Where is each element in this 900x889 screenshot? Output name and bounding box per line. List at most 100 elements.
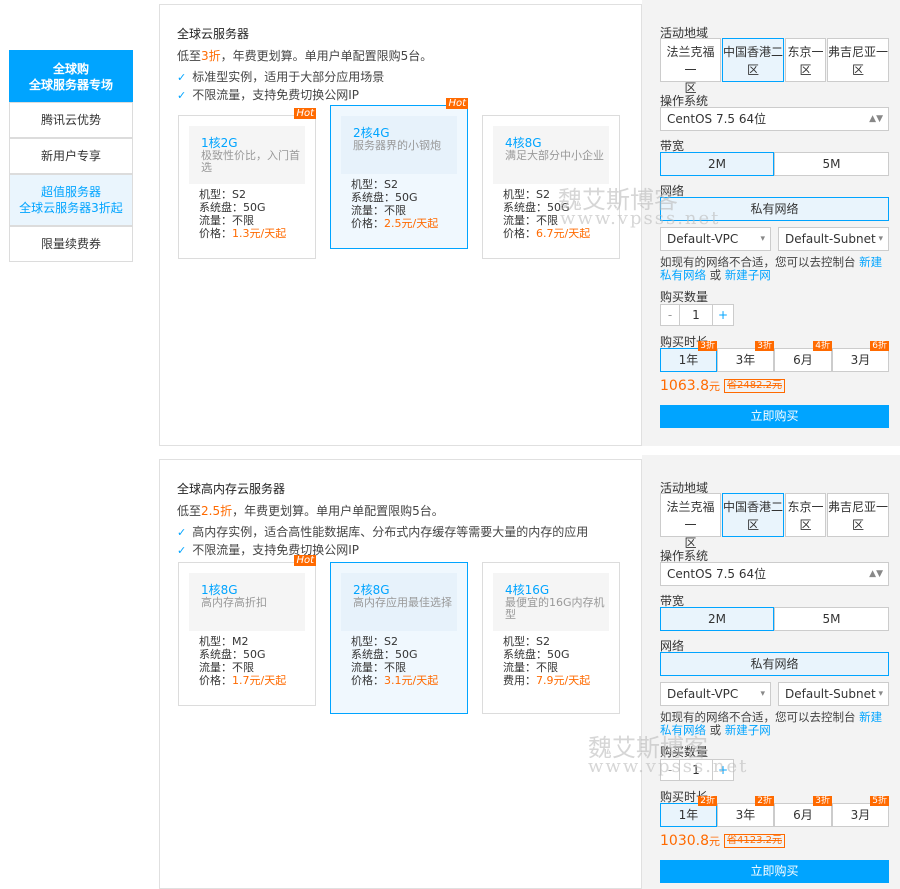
buy-now-button[interactable]: 立即购买 — [660, 405, 889, 428]
subnet-select[interactable]: Default-Subnet ▾ — [778, 227, 889, 251]
duration-option[interactable]: 6月 4折 — [774, 341, 832, 372]
card-traffic: 流量：不限 — [351, 204, 406, 217]
os-select[interactable]: CentOS 7.5 64位 ▲▼ — [660, 107, 889, 131]
card-price: 6.7元/天起 — [536, 227, 591, 240]
duration-option[interactable]: 3月 5折 — [832, 796, 889, 827]
subnet-select[interactable]: Default-Subnet ▾ — [778, 682, 889, 706]
savings-badge: 省2482.2元 — [724, 379, 785, 393]
region-option-selected[interactable]: 中国香港二区 — [722, 493, 784, 537]
duration-text: 6月 — [793, 353, 813, 367]
sidebar-item-label: 腾讯云优势 — [40, 113, 101, 127]
savings-badge: 省4123.2元 — [724, 834, 785, 848]
duration-option[interactable]: 6月 3折 — [774, 796, 832, 827]
product-card[interactable]: 4核8G 满足大部分中小企业 机型：S2 系统盘：50G 流量：不限 价格：6.… — [482, 115, 620, 259]
region-option[interactable]: 弗吉尼亚一区 — [827, 38, 889, 82]
desc-suffix: ，年费更划算。单用户单配置限购5台。 — [220, 49, 433, 63]
sidebar-item-new-user[interactable]: 新用户专享 — [9, 138, 133, 174]
discount-text: 2.5折 — [201, 504, 233, 518]
card-header: 4核16G 最便宜的16G内存机型 — [493, 573, 609, 631]
config-panel-global: 活动地域 法兰克福一区 中国香港二区 东京一区 弗吉尼亚一区 操作系统 Cent… — [642, 0, 900, 446]
card-subtitle: 高内存高折扣 — [201, 596, 267, 609]
card-disk: 系统盘：50G — [351, 191, 418, 204]
quantity-input[interactable]: 1 — [679, 304, 713, 326]
chevron-down-icon: ▲▼ — [869, 569, 883, 579]
discount-text: 3折 — [201, 49, 221, 63]
total-price: 1030.8元 省4123.2元 — [660, 833, 785, 849]
chevron-down-icon: ▲▼ — [869, 114, 883, 124]
card-price: 1.3元/天起 — [232, 227, 287, 240]
bandwidth-option-selected[interactable]: 2M — [660, 152, 774, 176]
card-price-row: 价格：6.7元/天起 — [503, 227, 590, 240]
region-option[interactable]: 东京一区 — [785, 493, 826, 537]
network-option[interactable]: 私有网络 — [660, 197, 889, 221]
section-desc: 低至2.5折，年费更划算。单用户单配置限购5台。 — [177, 502, 444, 519]
hot-badge: Hot — [446, 98, 468, 109]
vpc-select[interactable]: Default-VPC ▾ — [660, 227, 771, 251]
sidebar-item-label: 限量续费券 — [40, 237, 101, 251]
section-desc: 低至3折，年费更划算。单用户单配置限购5台。 — [177, 47, 432, 64]
card-disk: 系统盘：50G — [351, 648, 418, 661]
quantity-minus-button[interactable]: - — [660, 304, 680, 326]
region-option[interactable]: 东京一区 — [785, 38, 826, 82]
region-zone: 区 — [746, 63, 759, 77]
sidebar-item-renewal-coupon[interactable]: 限量续费券 — [9, 226, 133, 262]
feature-item: ✓ 标准型实例，适用于大部分应用场景 — [177, 68, 384, 85]
duration-option[interactable]: 3年 2折 — [717, 796, 774, 827]
os-select[interactable]: CentOS 7.5 64位 ▲▼ — [660, 562, 889, 586]
duration-text: 3月 — [850, 353, 871, 367]
create-subnet-link[interactable]: 新建子网 — [725, 723, 771, 737]
chevron-down-icon: ▾ — [878, 689, 883, 699]
duration-text: 3月 — [850, 808, 871, 822]
region-option[interactable]: 法兰克福一区 — [660, 493, 721, 550]
config-panel-high-memory: 活动地域 法兰克福一区 中国香港二区 东京一区 弗吉尼亚一区 操作系统 Cent… — [642, 455, 900, 889]
price-label: 价格： — [351, 217, 384, 230]
product-card[interactable]: 4核16G 最便宜的16G内存机型 机型：S2 系统盘：50G 流量：不限 费用… — [482, 562, 620, 714]
card-model: 机型：S2 — [503, 188, 550, 201]
network-option[interactable]: 私有网络 — [660, 652, 889, 676]
duration-option-selected[interactable]: 1年 2折 — [660, 796, 717, 827]
bandwidth-option[interactable]: 5M — [774, 152, 889, 176]
region-option[interactable]: 法兰克福一区 — [660, 38, 721, 95]
create-subnet-link[interactable]: 新建子网 — [725, 268, 771, 282]
region-name: 法兰克福一 — [666, 500, 715, 532]
card-price: 2.5元/天起 — [384, 217, 439, 230]
product-card[interactable]: Hot 1核8G 高内存高折扣 机型：M2 系统盘：50G 流量：不限 价格：1… — [178, 555, 316, 706]
quantity-plus-button[interactable]: + — [712, 759, 734, 781]
network-hint: 如现有的网络不合适，您可以去控制台 新建私有网络 或 新建子网 — [660, 256, 890, 282]
quantity-minus-button[interactable]: - — [660, 759, 680, 781]
duration-text: 3年 — [735, 353, 756, 367]
duration-option[interactable]: 3年 3折 — [717, 341, 774, 372]
card-price-row: 价格：3.1元/天起 — [351, 674, 438, 687]
vpc-value: Default-VPC — [667, 232, 739, 246]
region-option[interactable]: 弗吉尼亚一区 — [827, 493, 889, 537]
chevron-down-icon: ▾ — [760, 689, 765, 699]
discount-tag: 3折 — [698, 341, 717, 351]
chevron-down-icon: ▾ — [760, 234, 765, 244]
duration-text: 3年 — [735, 808, 756, 822]
sidebar-item-global-purchase[interactable]: 全球购 全球服务器专场 — [9, 50, 133, 102]
product-card-selected[interactable]: 2核8G 高内存应用最佳选择 机型：S2 系统盘：50G 流量：不限 价格：3.… — [330, 562, 468, 714]
region-option-selected[interactable]: 中国香港二区 — [722, 38, 784, 82]
product-card-selected[interactable]: Hot 2核4G 服务器界的小钢炮 机型：S2 系统盘：50G 流量：不限 价格… — [330, 98, 468, 249]
discount-tag: 3折 — [813, 796, 832, 806]
vpc-select[interactable]: Default-VPC ▾ — [660, 682, 771, 706]
duration-option-selected[interactable]: 1年 3折 — [660, 341, 717, 372]
duration-text: 6月 — [793, 808, 813, 822]
discount-tag: 5折 — [870, 796, 889, 806]
product-card[interactable]: Hot 1核2G 极致性价比，入门首选 机型：S2 系统盘：50G 流量：不限 … — [178, 108, 316, 259]
quantity-plus-button[interactable]: + — [712, 304, 734, 326]
card-disk: 系统盘：50G — [199, 648, 266, 661]
quantity-input[interactable]: 1 — [679, 759, 713, 781]
region-name: 法兰克福一 — [666, 45, 715, 77]
card-info: 机型：S2 系统盘：50G 流量：不限 价格：1.3元/天起 — [199, 188, 286, 240]
bandwidth-option[interactable]: 5M — [774, 607, 889, 631]
sidebar-item-value-server[interactable]: 超值服务器 全球云服务器3折起 — [9, 174, 133, 226]
hot-badge: Hot — [294, 108, 316, 119]
duration-option[interactable]: 3月 6折 — [832, 341, 889, 372]
bandwidth-option-selected[interactable]: 2M — [660, 607, 774, 631]
card-price: 1.7元/天起 — [232, 674, 287, 687]
card-header: 2核8G 高内存应用最佳选择 — [341, 573, 457, 631]
buy-now-button[interactable]: 立即购买 — [660, 860, 889, 883]
sidebar-item-tencent-advantage[interactable]: 腾讯云优势 — [9, 102, 133, 138]
discount-tag: 2折 — [755, 796, 774, 806]
